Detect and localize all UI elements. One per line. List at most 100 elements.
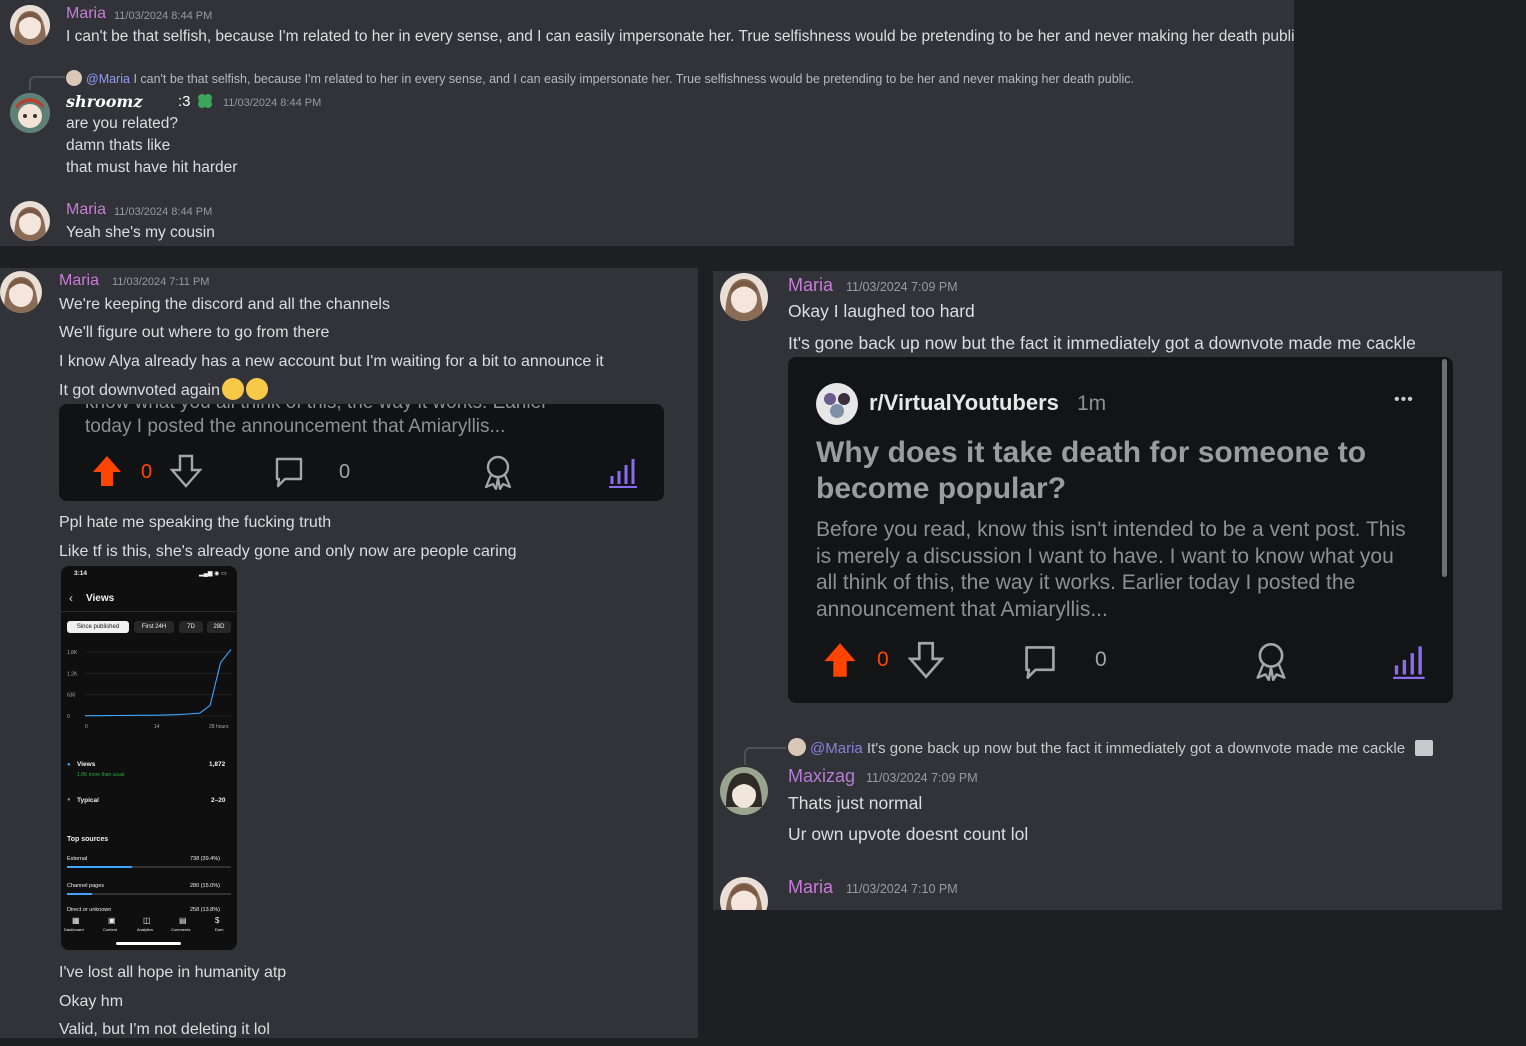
downvote-icon[interactable] — [169, 454, 203, 493]
avatar-image — [10, 93, 50, 133]
post-body-cut: know what you all think of this, the way… — [85, 404, 548, 414]
username[interactable]: Maria — [788, 275, 833, 296]
message-text: Ur own upvote doesnt count lol — [788, 824, 1029, 844]
y-tick-label: 0 — [67, 714, 70, 720]
content-icon[interactable]: ▣ — [108, 916, 116, 925]
avatar-image — [10, 201, 50, 241]
avatar-image — [0, 271, 42, 313]
post-title[interactable]: Why does it take death for someone to be… — [816, 435, 1396, 507]
status-time: 3:14 — [74, 570, 88, 577]
user-avatar[interactable] — [720, 273, 768, 321]
username[interactable]: Maria — [66, 201, 106, 219]
timestamp: 11/03/2024 7:10 PM — [846, 882, 958, 896]
comment-count: 0 — [339, 461, 351, 483]
back-arrow-icon[interactable]: ‹ — [69, 591, 73, 605]
filter-chip-active[interactable]: Since published — [67, 621, 129, 633]
y-tick-label: 630 — [67, 693, 76, 699]
phone-screenshot[interactable]: 3:14 ▂▄▆ ◉ ▭ ‹ Views Since published Fir… — [61, 566, 237, 950]
comment-icon[interactable] — [273, 455, 305, 494]
clover-icon — [196, 92, 214, 115]
typical-bullet: ● — [67, 797, 71, 803]
chat-panel-right: Maria 11/03/2024 7:09 PM Okay I laughed … — [713, 271, 1502, 910]
timestamp: 11/03/2024 7:11 PM — [112, 276, 210, 288]
username[interactable]: Maria — [66, 5, 106, 23]
avatar-image — [720, 273, 768, 321]
username[interactable]: Maria — [59, 272, 99, 290]
user-avatar[interactable] — [10, 5, 50, 45]
vote-count: 0 — [877, 648, 889, 671]
timestamp: 11/03/2024 8:44 PM — [223, 97, 322, 109]
source-name: Channel pages — [67, 883, 105, 889]
reply-text: It's gone back up now but the fact it im… — [866, 740, 1406, 757]
nav-label[interactable]: Content — [103, 927, 117, 932]
analytics-icon[interactable]: ◫ — [143, 916, 151, 925]
reply-mention[interactable]: @Maria — [86, 72, 130, 86]
nav-label[interactable]: Earn — [215, 927, 223, 932]
message-text: We'll figure out where to go from there — [59, 324, 330, 341]
user-avatar[interactable] — [720, 877, 768, 910]
screen-title: Views — [86, 593, 115, 604]
source-bar-fill — [67, 893, 92, 895]
views-label: Views — [77, 761, 96, 768]
post-body: today I posted the announcement that Ami… — [85, 416, 506, 437]
filter-chip[interactable]: First 24H — [134, 621, 174, 633]
subreddit-icon[interactable] — [816, 383, 858, 425]
timestamp: 11/03/2024 7:09 PM — [866, 771, 978, 785]
reply-connector — [744, 747, 786, 765]
upvote-icon[interactable] — [91, 454, 123, 493]
crying-emoji-icon — [222, 378, 245, 400]
message-text: damn thats like — [66, 137, 171, 154]
nav-label[interactable]: Dashboard — [64, 927, 84, 932]
status-icons: ▂▄▆ ◉ ▭ — [199, 571, 227, 577]
chat-panel-left: Maria 11/03/2024 7:11 PM We're keeping t… — [0, 268, 698, 1038]
reddit-post-embed[interactable]: r/VirtualYoutubers 1m ••• Why does it ta… — [788, 357, 1453, 703]
avatar-image — [720, 767, 768, 815]
reply-text: I can't be that selfish, because I'm rel… — [133, 72, 1134, 86]
timestamp: 11/03/2024 7:09 PM — [846, 280, 958, 294]
subreddit-name[interactable]: r/VirtualYoutubers — [869, 390, 1059, 416]
stats-icon[interactable] — [609, 456, 639, 493]
award-icon[interactable] — [1252, 641, 1290, 686]
source-bar-track — [67, 893, 231, 895]
stats-icon[interactable] — [1393, 643, 1427, 684]
message-text: Okay hm — [59, 993, 124, 1010]
username[interactable]: Maxizag — [788, 766, 855, 787]
views-note: 1.8K more than usual — [77, 772, 125, 778]
home-indicator — [116, 942, 181, 945]
earn-icon[interactable]: $ — [215, 916, 219, 925]
x-tick-label: 0 — [85, 724, 88, 730]
comment-icon[interactable] — [1022, 643, 1058, 686]
vote-count: 0 — [141, 461, 153, 483]
downvote-icon[interactable] — [907, 641, 945, 684]
comments-icon[interactable]: ▤ — [179, 916, 187, 925]
user-avatar[interactable] — [10, 93, 50, 133]
username[interactable]: shroomz — [66, 92, 142, 111]
reddit-post-embed[interactable]: know what you all think of this, the way… — [59, 404, 664, 501]
scrollbar[interactable] — [1442, 359, 1447, 577]
message-text: are you related? — [66, 115, 179, 132]
nav-label[interactable]: Analytics — [137, 927, 153, 932]
bottom-nav: ▦ ▣ ◫ ▤ $ Dashboard Content Analytics Co… — [61, 912, 237, 950]
dashboard-icon[interactable]: ▦ — [72, 916, 80, 925]
user-avatar[interactable] — [0, 271, 42, 313]
nav-label[interactable]: Comments — [171, 927, 190, 932]
filter-chip[interactable]: 7D — [179, 621, 203, 633]
message-text: We're keeping the discord and all the ch… — [59, 296, 390, 313]
message-text: I know Alya already has a new account bu… — [59, 353, 604, 370]
message-text: Ppl hate me speaking the fucking truth — [59, 514, 332, 531]
message-text: I've lost all hope in humanity atp — [59, 964, 287, 981]
source-value: 738 (39.4%) — [190, 856, 220, 862]
reply-preview[interactable]: @Maria It's gone back up now but the fac… — [788, 738, 1434, 757]
reply-mention[interactable]: @Maria — [810, 740, 863, 757]
more-options-icon[interactable]: ••• — [1394, 391, 1414, 409]
divider — [61, 611, 237, 612]
username[interactable]: Maria — [788, 877, 833, 898]
filter-chip[interactable]: 28D — [207, 621, 231, 633]
upvote-icon[interactable] — [822, 641, 858, 684]
reply-preview[interactable]: @Maria I can't be that selfish, because … — [66, 70, 1134, 86]
source-bar-fill — [67, 866, 132, 868]
timestamp: 11/03/2024 8:44 PM — [114, 10, 213, 22]
award-icon[interactable] — [481, 454, 515, 495]
user-avatar[interactable] — [720, 767, 768, 815]
user-avatar[interactable] — [10, 201, 50, 241]
